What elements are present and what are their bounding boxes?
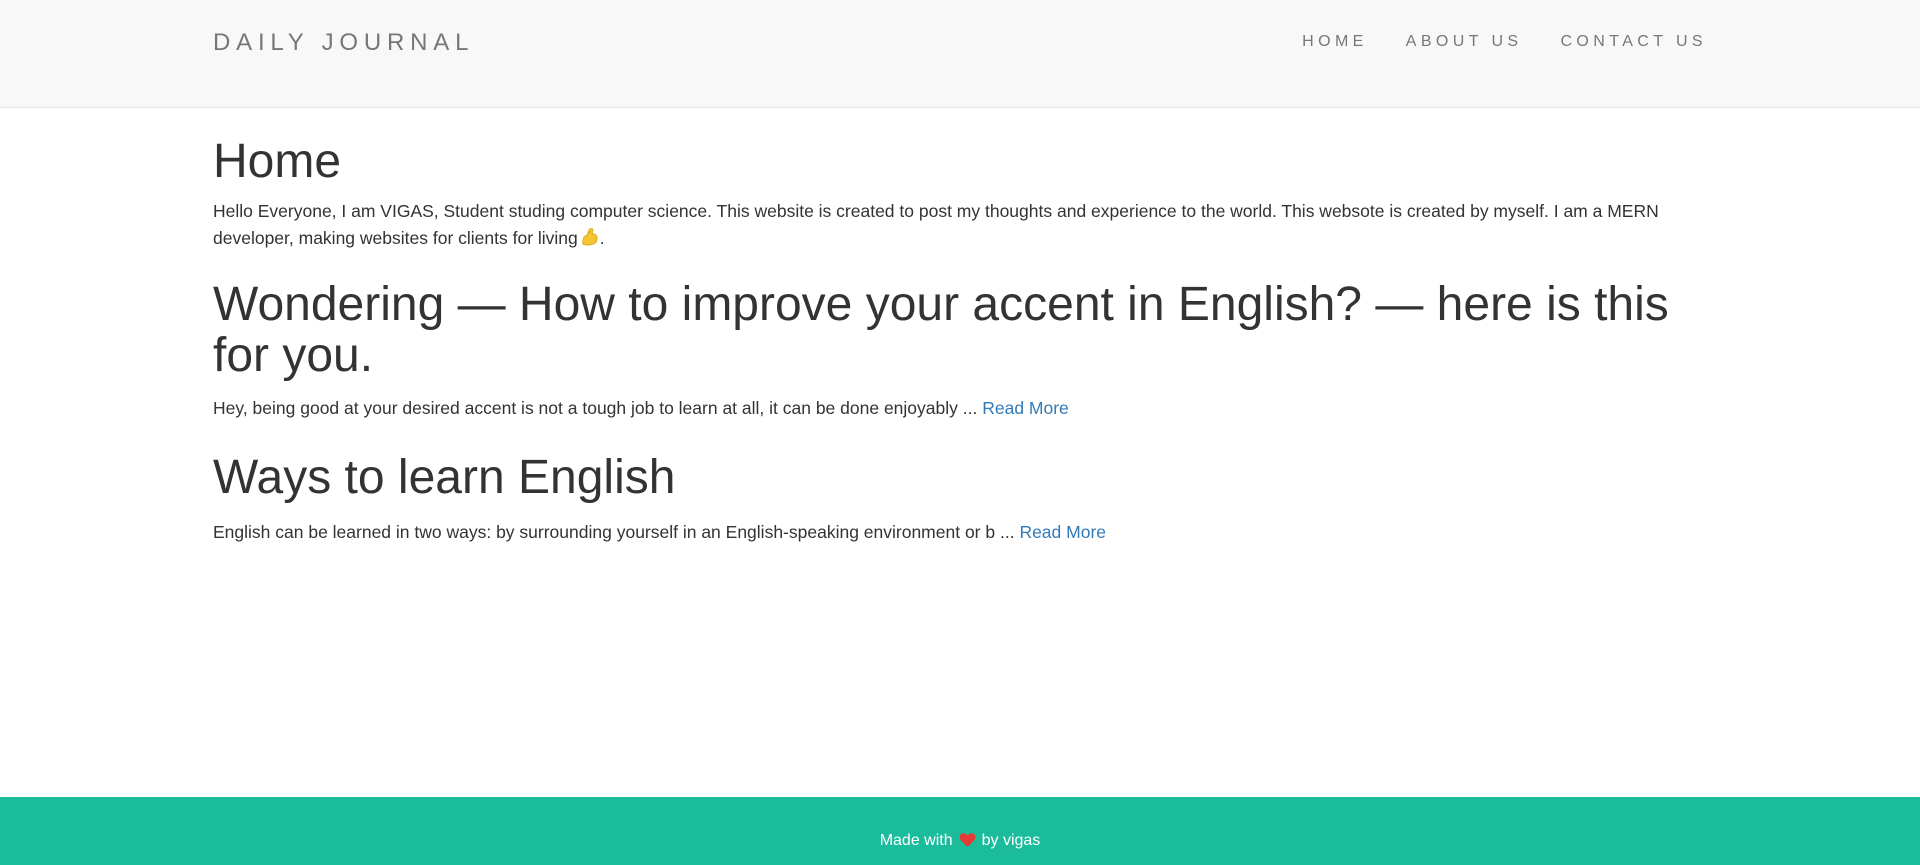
- nav-item-contact: CONTACT US: [1522, 32, 1707, 52]
- footer-prefix: Made with: [879, 832, 953, 849]
- post-excerpt: Hey, being good at your desired accent i…: [213, 395, 1707, 422]
- nav-menu: HOME ABOUT US CONTACT US: [1264, 32, 1707, 52]
- page-title: Home: [213, 135, 342, 188]
- flexed-biceps-icon: [580, 227, 600, 247]
- read-more-link[interactable]: Read More: [982, 398, 1069, 418]
- nav-item-about: ABOUT US: [1368, 32, 1523, 52]
- post-excerpt: English can be learned in two ways: by s…: [213, 519, 1707, 546]
- nav-item-home: HOME: [1264, 32, 1368, 52]
- navbar: DAILY JOURNAL HOME ABOUT US CONTACT US: [0, 0, 1920, 108]
- nav-link-home[interactable]: HOME: [1302, 32, 1368, 52]
- main-content: Home Hello Everyone, I am VIGAS, Student…: [213, 108, 1707, 546]
- intro-paragraph: Hello Everyone, I am VIGAS, Student stud…: [213, 198, 1707, 252]
- footer-credit: Made with by vigas: [0, 831, 1920, 851]
- post-card: Ways to learn English English can be lea…: [213, 452, 1707, 546]
- post-excerpt-text: Hey, being good at your desired accent i…: [213, 398, 978, 418]
- post-card: Wondering — How to improve your accent i…: [213, 279, 1707, 422]
- footer: Made with by vigas: [0, 797, 1920, 865]
- heart-icon: [959, 832, 976, 848]
- intro-end: .: [599, 228, 605, 248]
- intro-text: Hello Everyone, I am VIGAS, Student stud…: [213, 201, 1659, 248]
- post-excerpt-text: English can be learned in two ways: by s…: [213, 522, 1015, 542]
- post-title: Ways to learn English: [213, 451, 676, 504]
- nav-link-contact-us[interactable]: CONTACT US: [1560, 32, 1707, 52]
- nav-link-about-us[interactable]: ABOUT US: [1406, 32, 1523, 52]
- footer-suffix: by vigas: [981, 832, 1041, 849]
- brand-logo[interactable]: DAILY JOURNAL: [213, 28, 474, 58]
- post-title: Wondering — How to improve your accent i…: [213, 278, 1669, 382]
- read-more-link[interactable]: Read More: [1019, 522, 1106, 542]
